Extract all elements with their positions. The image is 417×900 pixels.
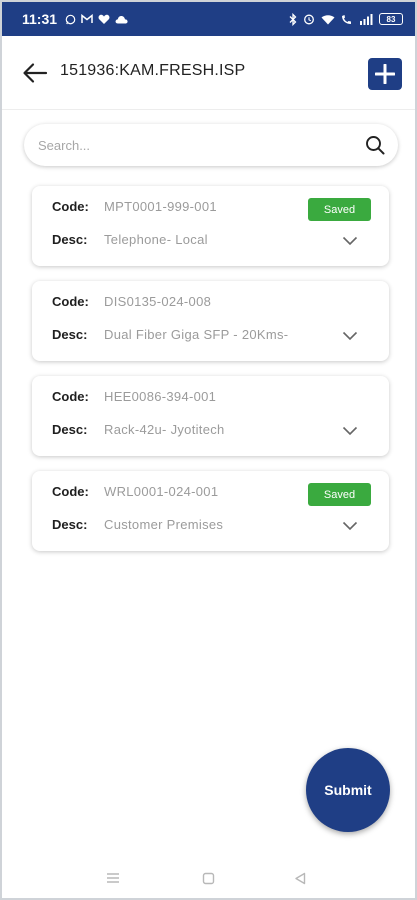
home-square-icon[interactable]	[202, 872, 215, 885]
chevron-down-icon[interactable]	[342, 521, 358, 531]
item-code: WRL0001-024-001	[104, 484, 219, 499]
item-card[interactable]: Code: DIS0135-024-008 Desc: Dual Fiber Gig…	[32, 281, 389, 361]
item-code: HEE0086-394-001	[104, 389, 217, 404]
chevron-down-icon[interactable]	[342, 236, 358, 246]
item-desc: Rack-42u- Jyotitech	[104, 422, 225, 437]
alarm-icon	[304, 14, 314, 25]
search-input[interactable]	[38, 137, 364, 153]
item-desc: Dual Fiber Giga SFP - 20Kms-	[104, 327, 289, 342]
item-desc: Customer Premises	[104, 517, 224, 532]
search-bar	[24, 124, 398, 166]
app-screen: 11:31 83 151936:KAM.FRESH.ISP Search... …	[2, 2, 415, 898]
submit-button[interactable]: Submit	[306, 748, 390, 832]
item-card[interactable]: Code: HEE0086-394-001 Desc: Rack-42u- Jyot…	[32, 376, 389, 456]
cloud-icon	[115, 15, 128, 23]
wifi-icon	[321, 14, 335, 24]
system-nav-bar	[2, 858, 415, 898]
code-label: Code:	[52, 389, 89, 404]
bluetooth-icon	[289, 12, 297, 26]
item-code: DIS0135-024-008	[104, 294, 212, 309]
item-code: MPT0001-999-001	[104, 199, 217, 214]
status-time: 11:31	[22, 11, 58, 27]
code-label: Code:	[52, 199, 89, 214]
chevron-down-icon[interactable]	[342, 426, 358, 436]
back-arrow-icon[interactable]	[22, 62, 48, 84]
gmail-icon	[81, 14, 93, 23]
desc-label: Desc:	[52, 517, 88, 532]
chevron-down-icon[interactable]	[342, 331, 358, 341]
code-label: Code:	[52, 484, 89, 499]
saved-badge: Saved	[308, 483, 371, 506]
desc-label: Desc:	[52, 232, 88, 247]
app-header: 151936:KAM.FRESH.ISP	[2, 36, 415, 110]
item-card[interactable]: Code: WRL0001-024-001 Desc: Customer Premi…	[32, 471, 389, 551]
saved-badge: Saved	[308, 198, 371, 221]
code-label: Code:	[52, 294, 89, 309]
back-triangle-icon[interactable]	[294, 872, 306, 885]
whatsapp-icon	[65, 14, 76, 24]
signal-icon	[360, 13, 373, 25]
page-title: 151936:KAM.FRESH.ISP	[60, 62, 246, 79]
battery-icon: 83	[379, 13, 403, 25]
plus-icon	[375, 64, 395, 84]
status-bar: 11:31 83	[2, 2, 415, 36]
add-button[interactable]	[368, 58, 402, 90]
search-icon[interactable]	[364, 134, 386, 156]
desc-label: Desc:	[52, 327, 88, 342]
item-card[interactable]: Code: MPT0001-999-001 Desc: Telephone- Loc…	[32, 186, 389, 266]
heart-icon	[98, 14, 110, 24]
item-desc: Telephone- Local	[104, 232, 208, 247]
desc-label: Desc:	[52, 422, 88, 437]
volte-icon	[342, 14, 351, 24]
menu-icon[interactable]	[106, 872, 120, 884]
